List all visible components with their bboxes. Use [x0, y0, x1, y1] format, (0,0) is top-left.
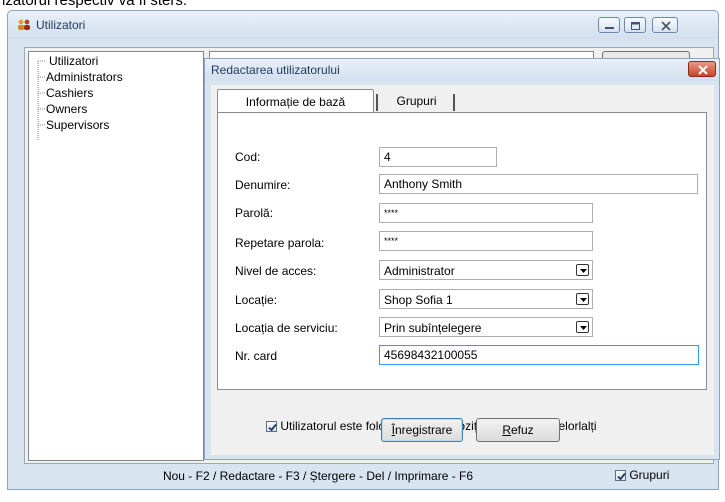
locatie-serviciu-value: Prin subînțelegere [384, 321, 482, 335]
nivel-acces-value: Administrator [384, 264, 455, 278]
grupuri-toggle[interactable]: Grupuri [615, 468, 669, 482]
grupuri-label: Grupuri [629, 468, 670, 482]
main-window-title: Utilizatori [36, 18, 86, 32]
dialog-body: Informație de bază Grupuri Cod: Denumire… [211, 85, 714, 455]
edit-user-dialog: Redactarea utilizatorului Informație de … [204, 58, 720, 460]
parola-input[interactable] [379, 203, 593, 223]
locatie-label: Locație: [235, 293, 278, 307]
tree-item-owners[interactable]: Owners [43, 102, 87, 116]
cod-label: Cod: [235, 150, 261, 164]
tab-separator [376, 94, 378, 111]
minimize-button[interactable] [598, 17, 620, 33]
chevron-down-icon[interactable] [576, 264, 589, 276]
tree-item-administrators[interactable]: Administrators [43, 70, 123, 84]
close-window-button[interactable] [652, 17, 678, 33]
frequent-user-checkbox[interactable] [266, 421, 277, 432]
users-icon [17, 19, 31, 31]
maximize-button[interactable] [624, 17, 646, 33]
nr-card-input[interactable] [379, 345, 699, 365]
tab-grupuri[interactable]: Grupuri [382, 89, 451, 113]
inregistrare-button[interactable]: Înregistrare [381, 418, 463, 442]
parola-label: Parolă: [235, 206, 274, 220]
locatie-serviciu-label: Locația de serviciu: [235, 321, 338, 335]
locatie-serviciu-select[interactable]: Prin subînțelegere [379, 317, 593, 337]
refuz-button[interactable]: Refuz [476, 418, 560, 442]
tree-item-cashiers[interactable]: Cashiers [43, 86, 93, 100]
repetare-parola-label: Repetare parola: [235, 236, 325, 250]
tree-item-label: Cashiers [46, 86, 94, 100]
tree-item-label: Owners [46, 102, 88, 116]
basic-info-page: Cod: Denumire: Parolă: Repetare parola: … [217, 112, 707, 390]
repetare-parola-input[interactable] [379, 231, 593, 251]
nr-card-label: Nr. card [235, 349, 278, 363]
main-titlebar[interactable]: Utilizatori [8, 11, 718, 39]
dialog-titlebar[interactable]: Redactarea utilizatorului [205, 59, 719, 81]
shortcut-status-bar: Nou - F2 / Redactare - F3 / Ștergere - D… [162, 469, 474, 483]
dialog-title: Redactarea utilizatorului [211, 63, 340, 77]
tree-item-root[interactable]: Utilizatori [49, 54, 98, 68]
chevron-down-icon[interactable] [576, 321, 589, 333]
tab-separator [453, 94, 455, 111]
cod-input[interactable] [379, 147, 497, 167]
nivel-acces-label: Nivel de acces: [235, 264, 317, 278]
grupuri-checkbox[interactable] [615, 470, 626, 481]
nivel-acces-select[interactable]: Administrator [379, 260, 593, 280]
tree-item-label: Utilizatori [49, 54, 99, 68]
dialog-close-button[interactable] [688, 61, 716, 77]
tab-strip: Informație de bază Grupuri [217, 89, 707, 113]
chevron-down-icon[interactable] [576, 293, 589, 305]
denumire-input[interactable] [379, 174, 698, 194]
save-label-rest: nregistrare [394, 423, 453, 437]
cancel-mnemonic: R [502, 423, 511, 437]
locatie-select[interactable]: Shop Sofia 1 [379, 289, 593, 309]
denumire-label: Denumire: [235, 178, 291, 192]
tree-item-label: Administrators [46, 70, 123, 84]
locatie-value: Shop Sofia 1 [384, 293, 453, 307]
cropped-caption: izatorul respectiv va fi sters. [0, 0, 725, 8]
user-group-tree[interactable]: Utilizatori Administrators Cashiers Owne… [28, 51, 204, 461]
tree-item-supervisors[interactable]: Supervisors [43, 118, 109, 132]
tab-informatie-de-baza[interactable]: Informație de bază [217, 89, 374, 113]
cancel-label-rest: efuz [510, 423, 534, 437]
tree-item-label: Supervisors [46, 118, 110, 132]
